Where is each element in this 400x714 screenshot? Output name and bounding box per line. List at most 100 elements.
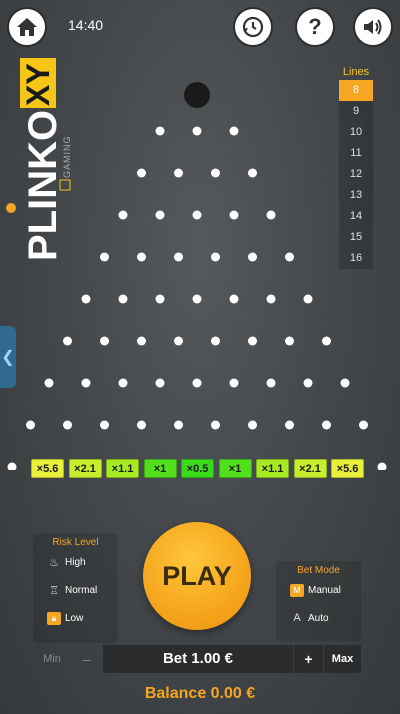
peg [322, 336, 331, 346]
peg [81, 378, 91, 388]
risk-option-label: Low [65, 612, 84, 624]
risk-option-low[interactable]: 🔒︎ Low [33, 604, 118, 632]
multiplier-slot: ×1.1 [106, 459, 139, 478]
peg [229, 294, 239, 304]
peg [174, 336, 183, 346]
multiplier-slot: ×1 [143, 459, 177, 478]
peg [100, 252, 109, 262]
bet-amount: Bet 1.00 € [103, 645, 293, 673]
help-button[interactable]: ? [295, 7, 335, 47]
peg [192, 378, 202, 388]
peg [118, 210, 128, 220]
balance-icon: ♖ [49, 584, 59, 597]
side-panel-toggle[interactable]: ❮ [0, 326, 16, 388]
multiplier-slot: ×1 [218, 459, 252, 478]
peg [266, 210, 276, 220]
balance-display: Balance 0.00 € [144, 685, 256, 702]
bet-controls: Min – Bet 1.00 € + Max [33, 645, 361, 673]
bet-mode-label: Manual [308, 584, 341, 596]
peg [155, 126, 165, 136]
bet-mode-auto[interactable]: A Auto [276, 604, 361, 632]
peg [81, 294, 91, 304]
peg [192, 126, 202, 136]
peg [7, 462, 17, 470]
multiplier-slot: ×5.6 [31, 459, 64, 478]
peg [285, 252, 294, 262]
play-button[interactable]: PLAY [143, 522, 251, 630]
home-button[interactable] [7, 7, 47, 47]
peg [266, 378, 276, 388]
home-icon [17, 18, 37, 36]
sound-button[interactable] [353, 7, 393, 47]
bet-decrease-button[interactable]: – [71, 651, 103, 667]
peg [229, 378, 239, 388]
peg [285, 420, 294, 430]
risk-level-panel: Risk Level ♨ High ♖ Normal 🔒︎ Low [33, 533, 118, 643]
peg [26, 420, 35, 430]
bet-min-button[interactable]: Min [33, 653, 71, 665]
peg [137, 168, 146, 178]
history-button[interactable] [233, 7, 273, 47]
bet-mode-label: Auto [308, 612, 329, 624]
peg [137, 336, 146, 346]
bet-mode-panel: Bet Mode M Manual A Auto [276, 561, 361, 641]
multiplier-slot: ×2.1 [293, 459, 327, 478]
peg [248, 252, 257, 262]
peg [211, 336, 220, 346]
lock-icon: 🔒︎ [47, 611, 61, 625]
peg [266, 294, 276, 304]
peg [359, 420, 368, 430]
peg [229, 126, 239, 136]
peg [44, 378, 54, 388]
multiplier-slot: ×2.1 [68, 459, 102, 478]
peg [211, 168, 220, 178]
risk-option-label: Normal [65, 584, 98, 596]
flame-icon: ♨ [49, 556, 59, 569]
plinko-ball [184, 82, 210, 108]
bet-increase-button[interactable]: + [293, 645, 323, 673]
peg [118, 294, 128, 304]
peg [248, 420, 257, 430]
auto-key-icon: A [293, 612, 301, 624]
peg [248, 336, 257, 346]
peg [100, 420, 109, 430]
peg [155, 378, 165, 388]
peg [137, 420, 146, 430]
peg [322, 420, 331, 430]
peg [118, 378, 128, 388]
risk-level-title: Risk Level [52, 537, 99, 548]
peg [63, 420, 72, 430]
clock-time: 14:40 [68, 17, 104, 33]
peg [192, 210, 202, 220]
peg [155, 210, 165, 220]
peg [229, 210, 239, 220]
peg [340, 378, 350, 388]
peg [211, 420, 220, 430]
risk-option-normal[interactable]: ♖ Normal [33, 576, 118, 604]
bet-mode-title: Bet Mode [297, 565, 340, 576]
peg [174, 420, 183, 430]
peg [63, 336, 72, 346]
multiplier-slot: ×0.5 [181, 459, 214, 478]
speaker-icon [364, 19, 382, 35]
peg [192, 294, 202, 304]
multiplier-slot: ×1.1 [256, 459, 289, 478]
bet-max-button[interactable]: Max [323, 645, 361, 673]
risk-option-label: High [65, 556, 86, 568]
peg [303, 294, 313, 304]
history-icon [242, 16, 264, 38]
peg [377, 462, 387, 470]
peg [303, 378, 313, 388]
peg [174, 252, 183, 262]
multiplier-slot: ×5.6 [331, 459, 364, 478]
bet-mode-manual[interactable]: M Manual [276, 576, 361, 604]
peg [248, 168, 257, 178]
risk-option-high[interactable]: ♨ High [33, 548, 118, 576]
manual-key-icon: M [290, 583, 304, 597]
peg [211, 252, 220, 262]
peg [137, 252, 146, 262]
help-icon: ? [308, 14, 322, 39]
peg [100, 336, 109, 346]
plinko-board [7, 82, 387, 470]
peg [285, 336, 294, 346]
